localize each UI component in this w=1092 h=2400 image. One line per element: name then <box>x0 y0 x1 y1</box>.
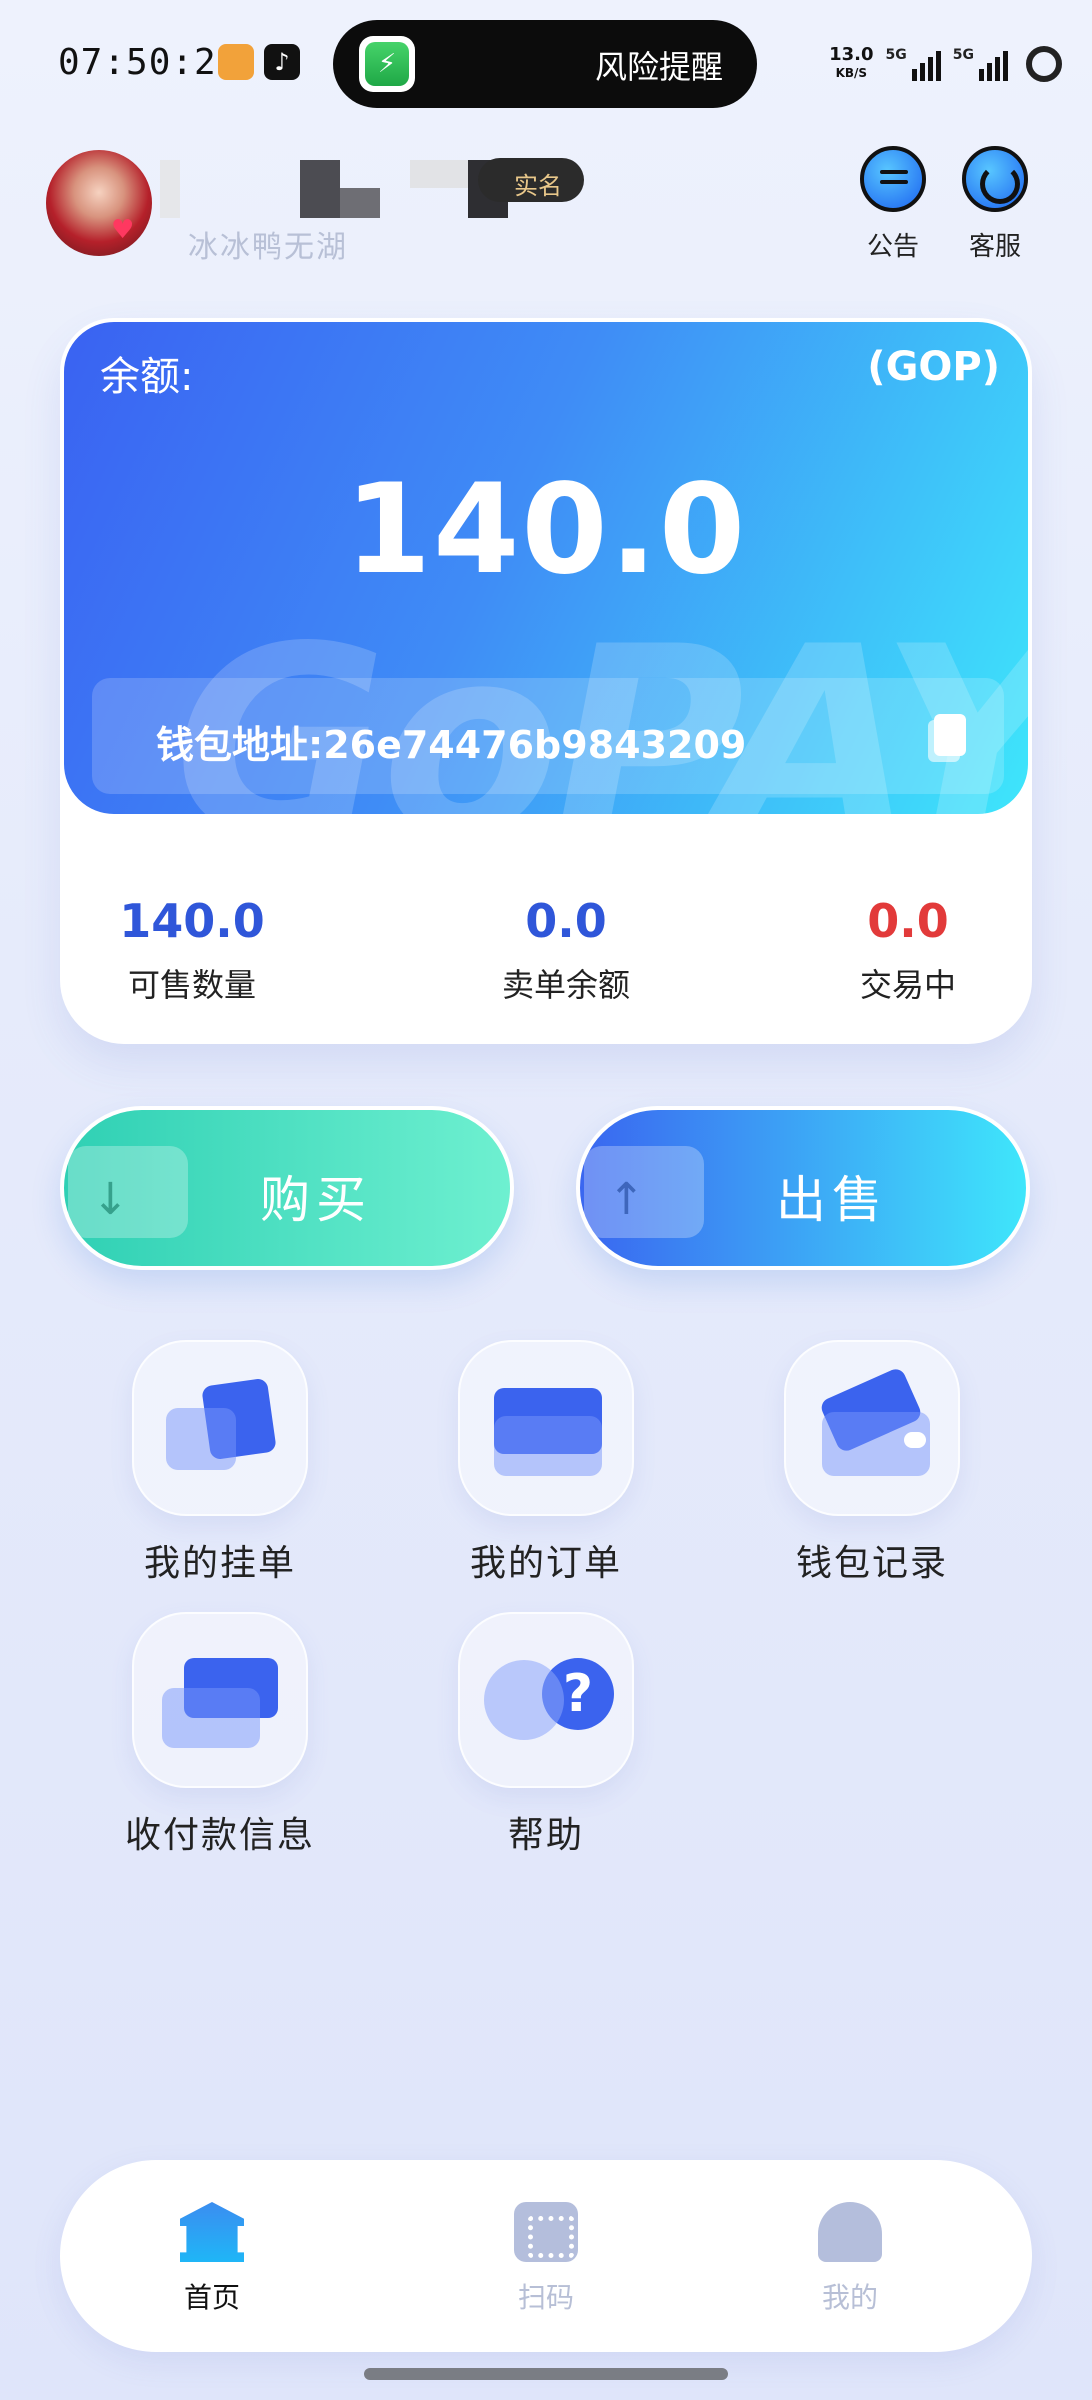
island-text: 风险提醒 <box>594 48 723 86</box>
menu-label: 我的订单 <box>469 1543 622 1584</box>
help-icon: ? <box>458 1612 634 1788</box>
stat-value: 0.0 <box>867 894 949 948</box>
network-speed-value: 13.0 <box>829 44 874 65</box>
redacted-name <box>410 160 468 188</box>
customer-service-button[interactable]: 客服 <box>955 146 1035 263</box>
status-time: 07:50:20 <box>58 42 240 83</box>
balance-label: 余额: <box>100 354 194 400</box>
stat-label: 可售数量 <box>127 966 256 1004</box>
stat-in-trade: 0.0 交易中 <box>788 894 1028 1006</box>
battery-icon <box>1026 46 1062 82</box>
signal-icon: 5G <box>953 47 1008 81</box>
heart-icon: ♥ <box>111 215 135 245</box>
balance-amount: 140.0 <box>344 458 748 602</box>
stat-value: 0.0 <box>525 894 607 948</box>
verified-badge: 实名 <box>478 158 584 202</box>
nav-label: 我的 <box>821 2281 878 2314</box>
download-card-icon: ↓ <box>68 1146 188 1238</box>
redacted-name <box>300 160 340 218</box>
stat-available: 140.0 可售数量 <box>72 894 312 1006</box>
nav-mine[interactable]: 我的 <box>760 2202 940 2316</box>
redacted-name <box>340 188 380 218</box>
menu-label: 钱包记录 <box>795 1543 948 1584</box>
profile-icon <box>818 2202 882 2262</box>
balance-stats: 140.0 可售数量 0.0 卖单余额 0.0 交易中 <box>60 818 1032 1044</box>
risk-alert-island[interactable]: ⚡ 风险提醒 <box>333 20 757 108</box>
signal-label: 5G <box>885 47 907 63</box>
avatar[interactable]: ♥ <box>46 150 152 256</box>
sell-label: 出售 <box>776 1171 888 1229</box>
menu-my-orders[interactable]: 我的订单 <box>426 1340 666 1586</box>
stat-value: 140.0 <box>119 894 265 948</box>
menu-wallet-records[interactable]: 钱包记录 <box>752 1340 992 1586</box>
customer-service-label: 客服 <box>968 232 1021 262</box>
upload-card-icon: ↑ <box>584 1146 704 1238</box>
status-indicators: 13.0 KB/S 5G 5G <box>829 40 1062 88</box>
menu-my-listings[interactable]: 我的挂单 <box>100 1340 340 1586</box>
stat-label: 卖单余额 <box>501 966 630 1004</box>
notice-label: 公告 <box>866 232 919 262</box>
home-indicator[interactable] <box>364 2368 728 2380</box>
stat-label: 交易中 <box>859 966 956 1004</box>
wallet-icon <box>784 1340 960 1516</box>
app-notification-icon <box>218 44 254 80</box>
network-speed-unit: KB/S <box>835 66 868 80</box>
wallet-address-bar: 钱包地址:26e74476b9843209 <box>92 678 1004 794</box>
wallet-address-value: 26e74476b9843209 <box>323 723 747 767</box>
signal-label: 5G <box>952 47 974 63</box>
sell-button[interactable]: ↑ 出售 <box>576 1106 1030 1270</box>
bottom-nav: 首页 扫码 我的 <box>60 2160 1032 2352</box>
nav-home[interactable]: 首页 <box>122 2202 302 2316</box>
menu-label: 收付款信息 <box>124 1815 315 1856</box>
balance-panel: GoPAY 余额: (GOP) 140.0 钱包地址:26e74476b9843… <box>60 318 1032 1044</box>
verified-badge-label: 实名 <box>514 172 562 200</box>
wallet-address-label: 钱包地址: <box>156 723 324 767</box>
redacted-name <box>160 160 180 218</box>
balance-card: GoPAY 余额: (GOP) 140.0 钱包地址:26e74476b9843… <box>60 318 1032 818</box>
balance-unit: (GOP) <box>867 344 1000 390</box>
nav-scan[interactable]: 扫码 <box>456 2202 636 2316</box>
nickname: 冰冰鸭无湖 <box>188 230 348 265</box>
announcement-icon <box>860 146 926 212</box>
notice-button[interactable]: 公告 <box>853 146 933 263</box>
menu-label: 我的挂单 <box>143 1543 296 1584</box>
bank-icon <box>180 2202 244 2262</box>
qr-scan-icon <box>514 2202 578 2262</box>
stat-sell-order-balance: 0.0 卖单余额 <box>446 894 686 1006</box>
status-bar: 07:50:20 ♪ ⚡ 风险提醒 13.0 KB/S 5G 5G <box>0 0 1092 128</box>
signal-icon: 5G <box>886 47 941 81</box>
tiktok-icon: ♪ <box>264 44 300 80</box>
menu-label: 帮助 <box>507 1815 584 1856</box>
menu-help[interactable]: ? 帮助 <box>426 1612 666 1858</box>
wallet-address: 钱包地址:26e74476b9843209 <box>156 714 746 769</box>
nav-label: 首页 <box>183 2281 240 2314</box>
payment-card-icon <box>132 1612 308 1788</box>
customer-service-icon <box>962 146 1028 212</box>
menu-payment-info[interactable]: 收付款信息 <box>100 1612 340 1858</box>
network-speed: 13.0 KB/S <box>829 46 873 82</box>
shield-icon: ⚡ <box>359 36 415 92</box>
listing-card-icon <box>132 1340 308 1516</box>
nav-label: 扫码 <box>517 2281 574 2314</box>
copy-icon[interactable] <box>934 714 966 756</box>
folder-icon <box>458 1340 634 1516</box>
buy-label: 购买 <box>260 1171 372 1229</box>
buy-button[interactable]: ↓ 购买 <box>60 1106 514 1270</box>
